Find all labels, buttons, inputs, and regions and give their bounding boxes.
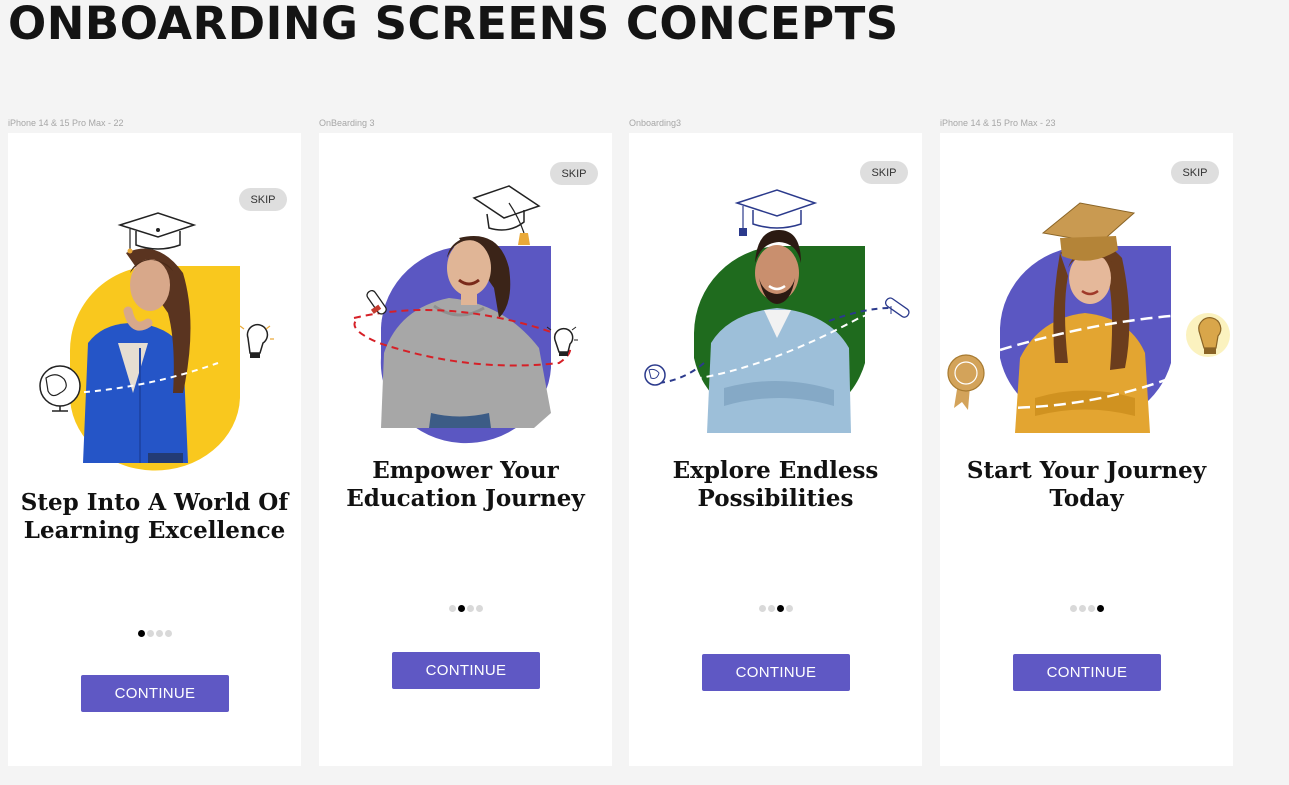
- onboarding-screen-4: SKIP Start Your Journey Today CONTINUE: [940, 133, 1233, 766]
- page-dot: [466, 605, 474, 612]
- page-dot-active: [137, 630, 145, 637]
- diploma-icon: [366, 289, 387, 315]
- continue-button[interactable]: CONTINUE: [392, 652, 540, 689]
- page-dot: [146, 630, 154, 637]
- continue-button[interactable]: CONTINUE: [1013, 654, 1161, 691]
- heading-line-2: Education Journey: [346, 485, 585, 512]
- graduation-cap-icon: [117, 212, 197, 254]
- heading-line-2: Possibilities: [697, 485, 854, 512]
- person-woman-thinking: [83, 248, 191, 463]
- page-dot: [785, 605, 793, 612]
- page-dot: [475, 605, 483, 612]
- onboarding-screen-2: SKIP Empower Your Education Journey CONT…: [319, 133, 612, 766]
- page-dot-active: [457, 605, 465, 612]
- onboarding-heading: Step Into A World Of Learning Excellence: [8, 489, 301, 545]
- page-indicator: [940, 605, 1233, 612]
- heading-line-1: Step Into A World Of: [20, 489, 289, 516]
- page-title: ONBOARDING SCREENS CONCEPTS: [8, 0, 899, 50]
- graduation-cap-icon: [472, 185, 541, 245]
- illustration: [644, 189, 910, 433]
- illustration: [947, 202, 1230, 433]
- frame-label: OnBearding 3: [319, 118, 375, 128]
- onboarding-heading: Explore Endless Possibilities: [629, 457, 922, 513]
- page-dot: [1087, 605, 1095, 612]
- page-indicator: [629, 605, 922, 612]
- lightbulb-icon: [239, 323, 274, 358]
- page-dot-active: [1096, 605, 1104, 612]
- heading-line-1: Explore Endless: [672, 457, 879, 484]
- page-indicator: [319, 605, 612, 612]
- graduation-cap-icon: [734, 189, 818, 236]
- onboarding-screen-1: SKIP Step Into A World Of Learning Excel…: [8, 133, 301, 766]
- illustration: [353, 185, 578, 444]
- page-indicator: [8, 630, 301, 637]
- page-dot: [758, 605, 766, 612]
- page-dot: [155, 630, 163, 637]
- globe-icon: [644, 364, 666, 386]
- heading-line-2: Today: [1049, 485, 1124, 512]
- lightbulb-icon: [546, 326, 578, 356]
- award-medal-icon: [947, 354, 985, 410]
- onboarding-screen-3: SKIP Explore Endless Possibilities CONTI…: [629, 133, 922, 766]
- page-dot-active: [776, 605, 784, 612]
- page-dot: [448, 605, 456, 612]
- heading-line-1: Empower Your: [372, 457, 559, 484]
- frame-label: iPhone 14 & 15 Pro Max - 22: [8, 118, 124, 128]
- onboarding-heading: Start Your Journey Today: [940, 457, 1233, 513]
- page-dot: [767, 605, 775, 612]
- heading-line-2: Learning Excellence: [23, 517, 286, 544]
- page-dot: [1069, 605, 1077, 612]
- onboarding-heading: Empower Your Education Journey: [319, 457, 612, 513]
- illustration: [39, 212, 274, 471]
- page-dot: [164, 630, 172, 637]
- page-dot: [1078, 605, 1086, 612]
- frame-label: Onboarding3: [629, 118, 682, 128]
- lightbulb-icon: [1186, 313, 1230, 357]
- continue-button[interactable]: CONTINUE: [81, 675, 229, 712]
- continue-button[interactable]: CONTINUE: [702, 654, 850, 691]
- heading-line-1: Start Your Journey: [966, 457, 1207, 484]
- frame-label: iPhone 14 & 15 Pro Max - 23: [940, 118, 1056, 128]
